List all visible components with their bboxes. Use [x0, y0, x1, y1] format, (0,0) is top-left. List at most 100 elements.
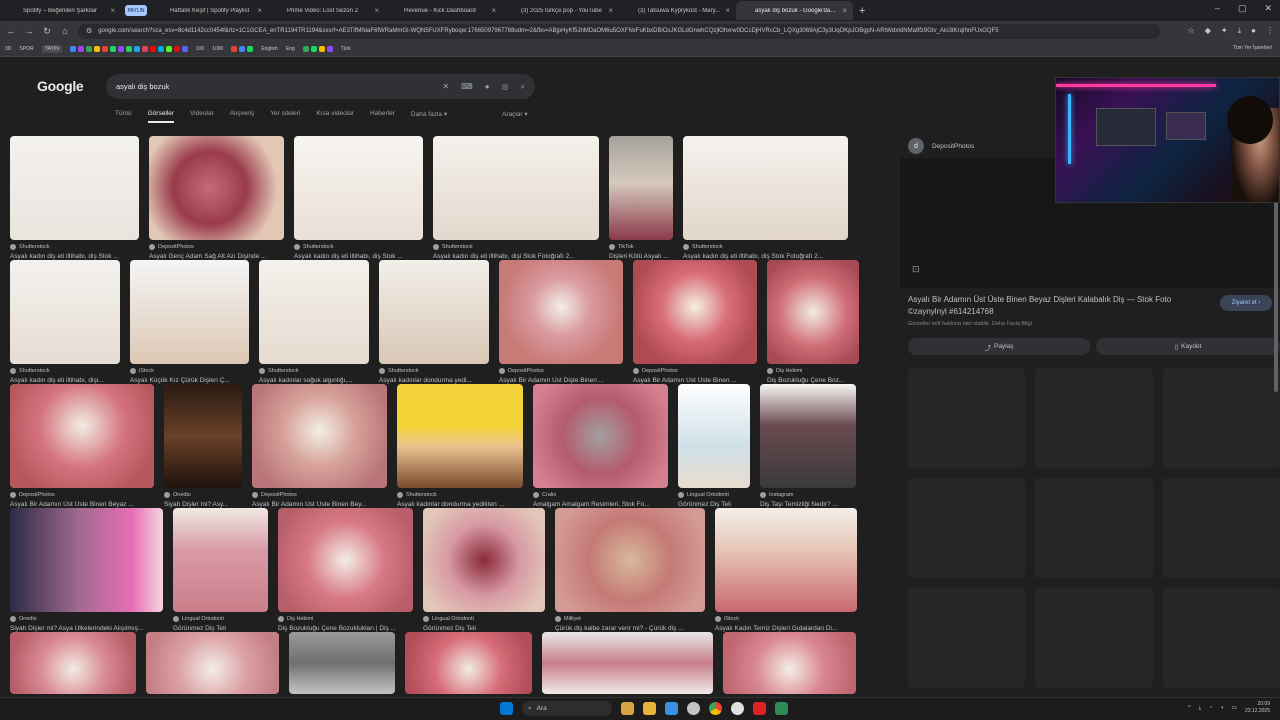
lens-search-icon[interactable]: ⊡: [912, 264, 920, 275]
result-thumbnail[interactable]: [715, 508, 857, 612]
result-thumbnail[interactable]: [379, 260, 489, 364]
result-caption[interactable]: Asyalı kadınlar dondurma yedikten ...: [397, 501, 523, 508]
result-caption[interactable]: Çürük diş kalbe zarar verir mi? - Çürük …: [555, 625, 705, 632]
close-icon[interactable]: ×: [110, 6, 115, 15]
back-icon[interactable]: ←: [6, 26, 16, 36]
clock[interactable]: 20:09 23.12.2025: [1245, 701, 1270, 715]
app-icon-2[interactable]: [731, 702, 744, 715]
image-result[interactable]: DepositPhotos Asyalı Bir Adamın Üst Üste …: [633, 260, 757, 384]
image-result[interactable]: Onedio Siyah Dişler mi? Asya Ülkelerindek…: [10, 508, 163, 632]
result-caption[interactable]: Siyah Dişler mi? Asy...: [164, 501, 242, 508]
tab-6-active[interactable]: asyalı diş bozuk - Google'da Ar ×: [736, 1, 853, 20]
scrollbar[interactable]: [1274, 177, 1278, 392]
bookmark-icons-2[interactable]: [231, 45, 254, 52]
result-thumbnail[interactable]: [252, 384, 387, 488]
result-caption[interactable]: Asyalı kadınlar soğuk algınlığı,...: [259, 377, 369, 384]
profile-icon[interactable]: ●: [1251, 26, 1256, 36]
search-input[interactable]: asyalı diş bozuk: [116, 82, 430, 91]
result-thumbnail[interactable]: [683, 136, 848, 240]
app-icon-4[interactable]: [775, 702, 788, 715]
image-result[interactable]: Milliyet Çürük diş kalbe zarar verir mi? …: [555, 508, 705, 632]
result-caption[interactable]: Görünmez Diş Teli: [423, 625, 545, 632]
volume-icon[interactable]: ◖: [1220, 705, 1223, 711]
tools-button[interactable]: Araçlar ▾: [502, 110, 528, 118]
result-thumbnail[interactable]: [555, 508, 705, 612]
bookmark-star-icon[interactable]: ☆: [1188, 26, 1195, 36]
result-thumbnail[interactable]: [10, 508, 163, 612]
tab-short-videos[interactable]: Kısa videolar: [316, 110, 354, 123]
result-source[interactable]: Shutterstock: [683, 244, 848, 250]
result-caption[interactable]: Görünmez Diş Teli: [678, 501, 750, 508]
result-caption[interactable]: Siyah Dişler mi? Asya Ülkelerindeki Alış…: [10, 625, 163, 632]
app-icon-3[interactable]: [753, 702, 766, 715]
related-image[interactable]: [1035, 478, 1153, 578]
result-thumbnail[interactable]: [433, 136, 599, 240]
result-source[interactable]: Shutterstock: [379, 368, 489, 374]
lens-icon[interactable]: ◎: [502, 82, 509, 91]
image-result[interactable]: Shutterstock Asyalı kadın diş eti iltihab…: [10, 136, 139, 260]
image-result[interactable]: Instagram Diş Taşı Temizliği Nedir? ...: [760, 384, 856, 508]
result-caption[interactable]: Asyalı Kadın Temiz Dişleri Gıdalardan Di…: [715, 625, 857, 632]
image-result[interactable]: DepositPhotos Asyalı Genç Adam Sağ Alt Az…: [149, 136, 284, 260]
result-thumbnail[interactable]: [499, 260, 623, 364]
extension-icon[interactable]: ◆: [1205, 26, 1211, 36]
visit-button[interactable]: Ziyaret et ›: [1220, 295, 1272, 311]
related-image[interactable]: [1035, 368, 1153, 468]
image-result[interactable]: Shutterstock Asyalı kadınlar dondurma yed…: [397, 384, 523, 508]
result-source[interactable]: Shutterstock: [10, 368, 120, 374]
search-icon[interactable]: ⌕: [521, 82, 525, 92]
result-source[interactable]: DepositPhotos: [252, 492, 387, 498]
result-source[interactable]: Lingual Ortodonti: [423, 616, 545, 622]
result-thumbnail[interactable]: [723, 632, 856, 694]
result-source[interactable]: Diş Hekimi: [278, 616, 413, 622]
result-thumbnail[interactable]: [278, 508, 413, 612]
bookmark-icons-3[interactable]: [302, 45, 333, 52]
result-caption[interactable]: Asyalı kadın diş eti iltihabı, diş Stok …: [683, 253, 848, 260]
maximize-icon[interactable]: ▢: [1238, 3, 1247, 14]
image-result[interactable]: Diş Hekimi Diş Bozukluğu Çene Bozukluklar…: [278, 508, 413, 632]
result-source[interactable]: Shutterstock: [397, 492, 523, 498]
window-close-icon[interactable]: ✕: [1264, 3, 1272, 14]
site-info-icon[interactable]: ⚙: [86, 27, 92, 35]
all-bookmarks[interactable]: Tüm Yer İşaretleri: [1233, 45, 1272, 51]
image-result[interactable]: Shutterstock Asyalı kadın diş eti iltihab…: [683, 136, 848, 260]
result-source[interactable]: iStock: [715, 616, 857, 622]
network-icon[interactable]: ◔: [1209, 705, 1212, 711]
tab-2[interactable]: Prime Video: Lost Sezon 2 ×: [268, 1, 385, 20]
close-icon[interactable]: ×: [842, 6, 847, 15]
result-caption[interactable]: Asyalı kadın diş eti iltihabı, dişi...: [10, 377, 120, 384]
result-caption[interactable]: Asyalı kadınlar dondurma yedi...: [379, 377, 489, 384]
preview-title[interactable]: Asyalı Bir Adamın Üst Üste Binen Beyaz D…: [908, 294, 1208, 318]
result-thumbnail[interactable]: [173, 508, 268, 612]
tab-videos[interactable]: Videolar: [190, 110, 214, 123]
result-source[interactable]: DepositPhotos: [10, 492, 154, 498]
widgets-icon[interactable]: [621, 702, 634, 715]
new-tab-icon[interactable]: +: [859, 5, 865, 17]
address-bar[interactable]: ⚙ google.com/search?sca_esv=8c4d1142cc045…: [78, 23, 1160, 39]
result-thumbnail[interactable]: [164, 384, 242, 488]
home-icon[interactable]: ⌂: [60, 26, 70, 36]
related-image[interactable]: [908, 588, 1026, 688]
settings-icon[interactable]: [687, 702, 700, 715]
result-caption[interactable]: Asyalı Bir Adamın Üst Dişte Binen ...: [499, 377, 623, 384]
tray-chevron-icon[interactable]: ^: [1188, 705, 1191, 711]
result-thumbnail[interactable]: [542, 632, 713, 694]
bookmark-yayin[interactable]: YAYIN: [41, 44, 62, 53]
bookmark-3d[interactable]: 3D: [5, 46, 11, 52]
result-caption[interactable]: Asyalı kadın diş eti iltihabı, diş Stok …: [10, 253, 139, 260]
image-result[interactable]: Cralio Amalgam Amalgam Resimleri, Stok Fo…: [533, 384, 668, 508]
result-caption[interactable]: Görünmez Diş Teli: [173, 625, 268, 632]
result-thumbnail[interactable]: [289, 632, 395, 694]
tab-3[interactable]: Revenue - Kick Dashboard ×: [385, 1, 502, 20]
close-icon[interactable]: ×: [257, 6, 262, 15]
result-caption[interactable]: Dişleri Kötü Asyalı ...: [609, 253, 673, 260]
microphone-icon[interactable]: ●: [485, 82, 490, 91]
tab-more[interactable]: Daha fazla ▾: [411, 110, 447, 123]
tab-1[interactable]: Haftalık Keşif | Spotify Playlist ×: [151, 1, 268, 20]
result-thumbnail[interactable]: [533, 384, 668, 488]
image-result[interactable]: Lingual Ortodonti Görünmez Diş Teli: [423, 508, 545, 632]
keyboard-icon[interactable]: ⌨: [461, 82, 473, 91]
battery-icon[interactable]: ▭: [1232, 705, 1237, 711]
result-source[interactable]: Shutterstock: [10, 244, 139, 250]
result-caption[interactable]: Diş Taşı Temizliği Nedir? ...: [760, 501, 856, 508]
